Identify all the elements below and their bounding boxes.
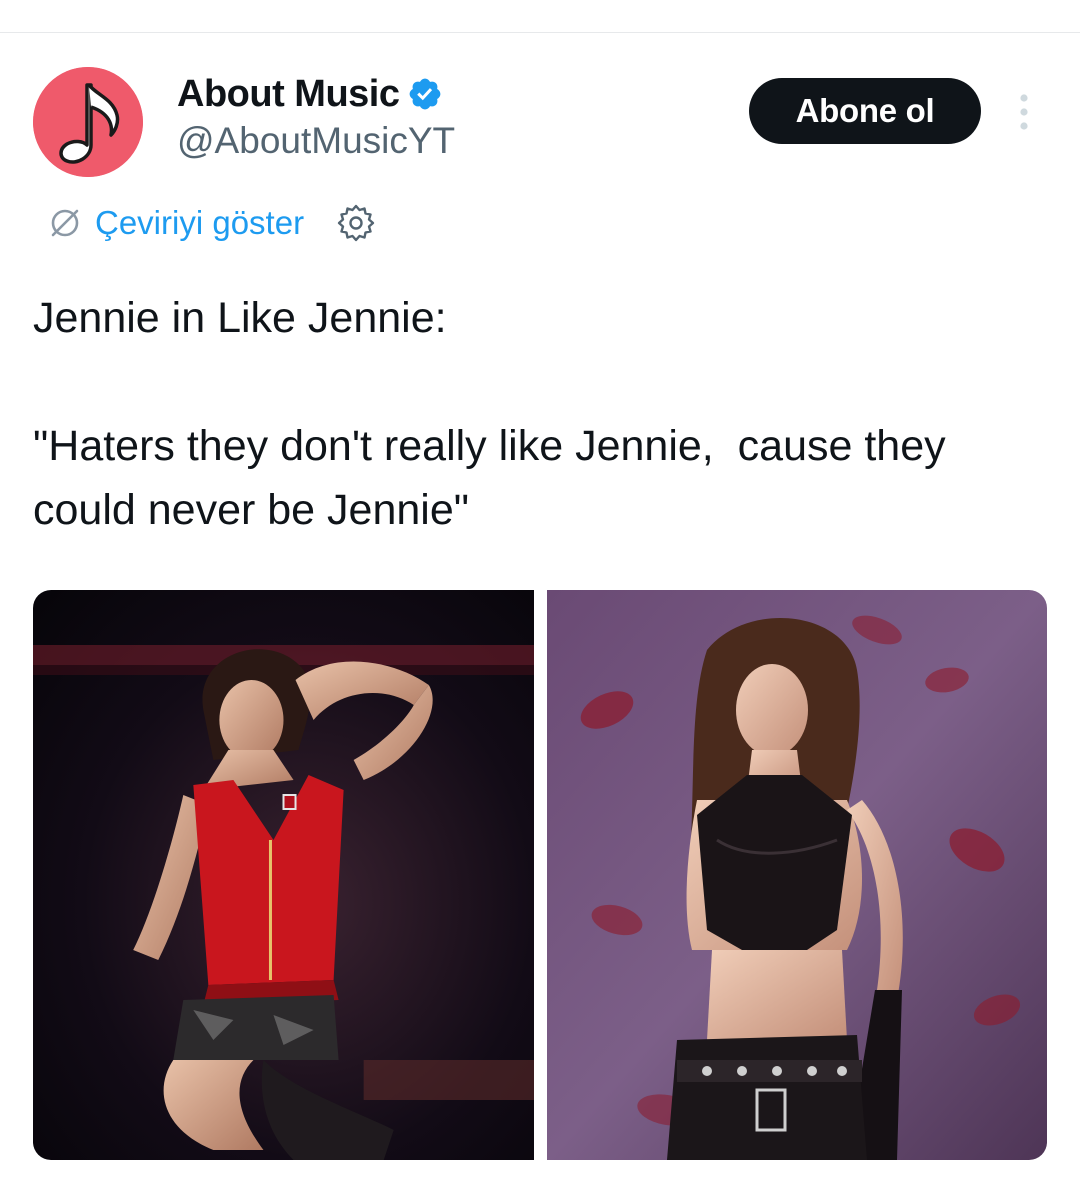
translation-row: Çeviriyi göster xyxy=(47,200,378,246)
tweet-text: Jennie in Like Jennie: "Haters they don'… xyxy=(33,286,1043,542)
tweet-line-title: Jennie in Like Jennie: xyxy=(33,294,447,342)
tweet-photo-2[interactable] xyxy=(547,590,1047,1160)
photo-performer-red-corset xyxy=(33,590,534,1160)
verified-badge-icon xyxy=(410,78,441,110)
avatar[interactable] xyxy=(33,67,143,177)
gear-icon[interactable] xyxy=(334,201,378,245)
show-translation-link[interactable]: Çeviriyi göster xyxy=(95,204,304,242)
top-divider xyxy=(0,32,1080,33)
account-handle[interactable]: @AboutMusicYT xyxy=(177,120,455,162)
follow-button[interactable]: Abone ol xyxy=(749,78,981,144)
tweet-line-quote: "Haters they don't really like Jennie, c… xyxy=(33,422,958,534)
more-vertical-icon[interactable] xyxy=(1008,90,1040,134)
music-note-icon xyxy=(33,67,143,177)
photo-performer-black-halter xyxy=(547,590,1047,1160)
tweet-photo-1[interactable] xyxy=(33,590,534,1160)
translate-globe-icon xyxy=(51,209,79,237)
display-name-row[interactable]: About Music xyxy=(177,68,443,120)
display-name[interactable]: About Music xyxy=(177,73,400,116)
